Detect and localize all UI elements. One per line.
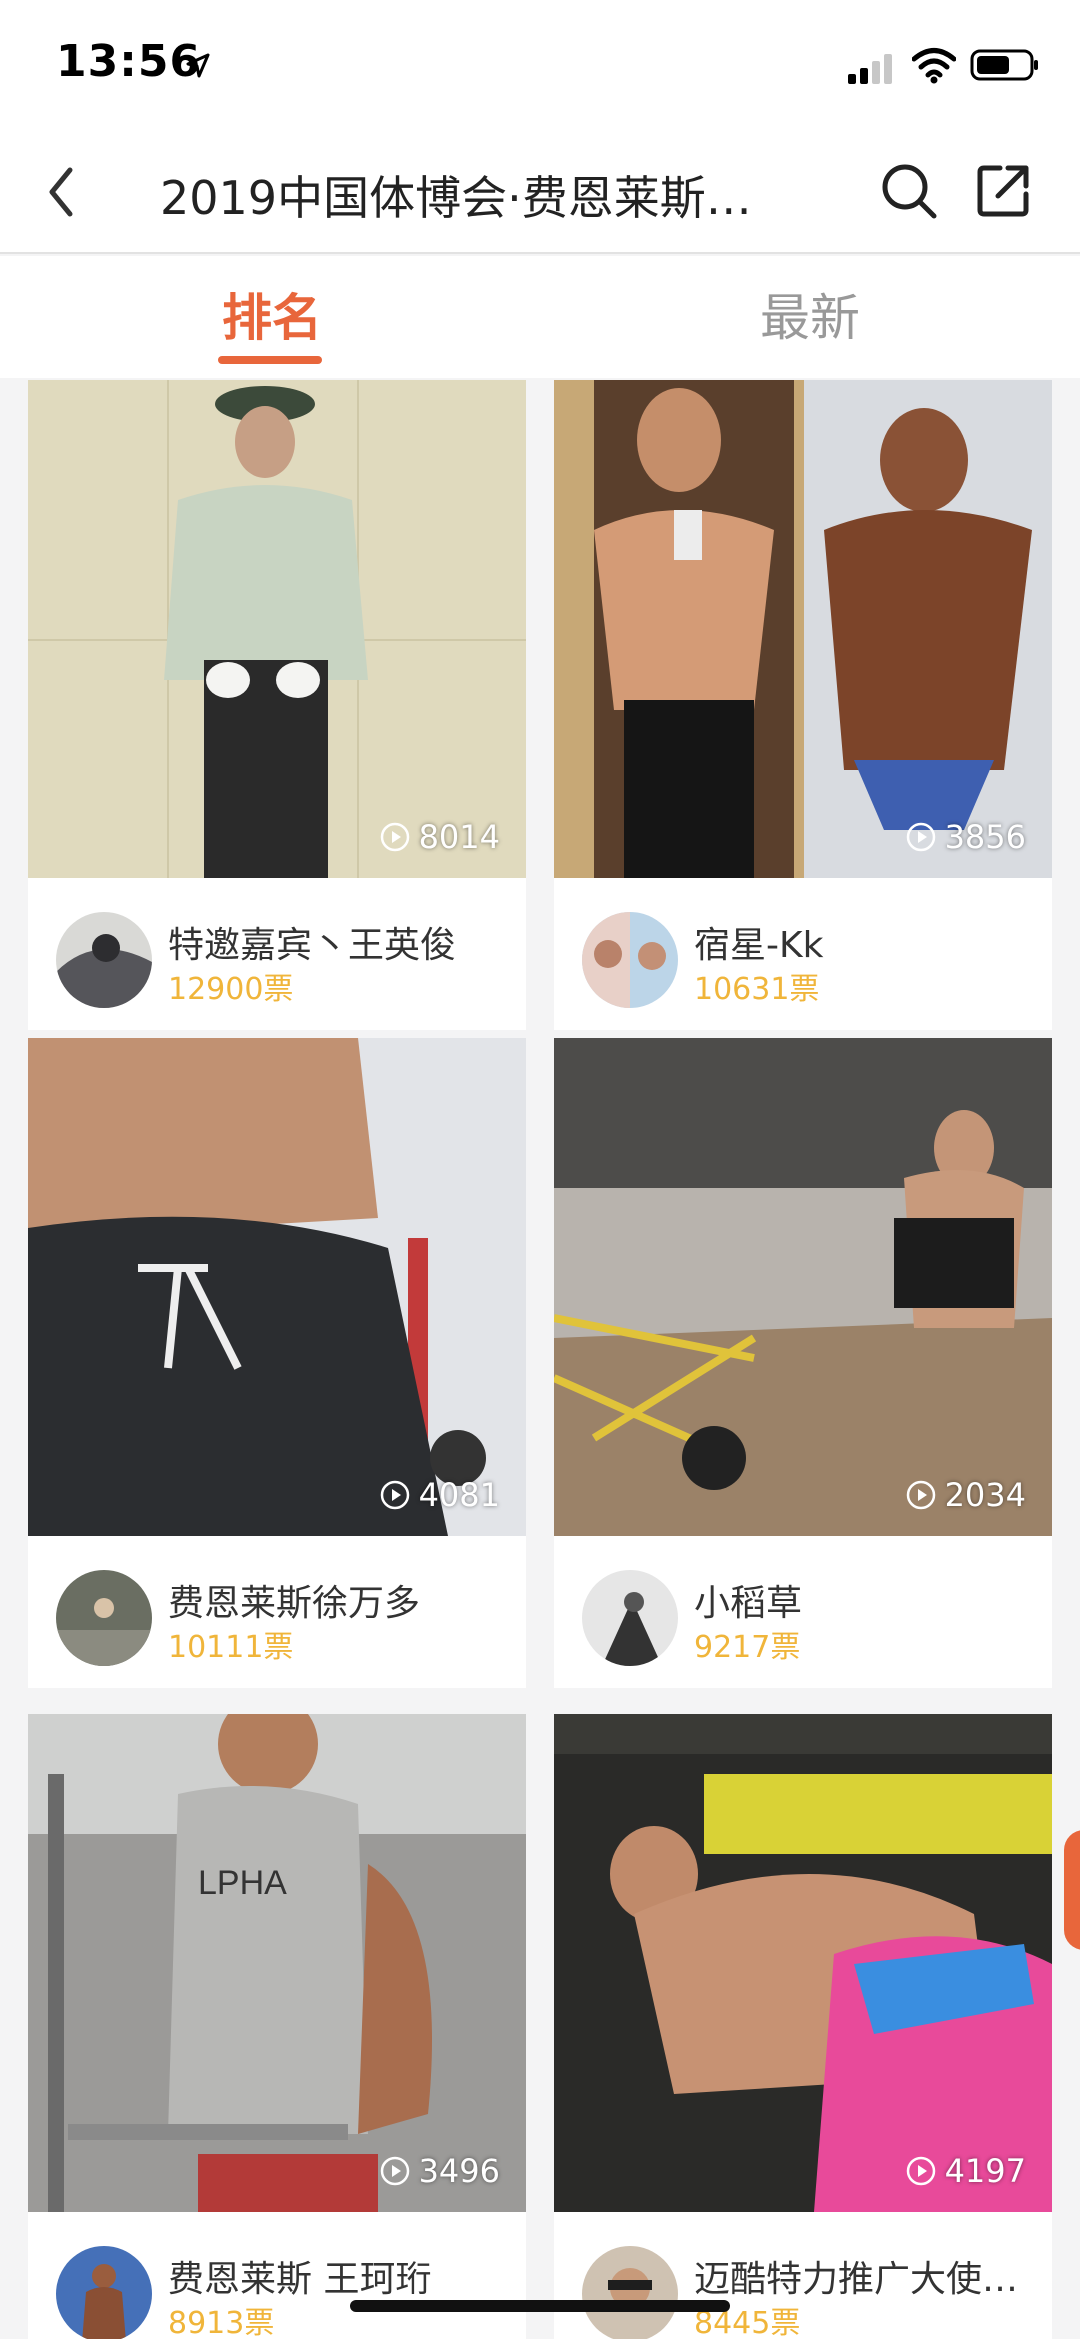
avatar[interactable] [582,912,678,1008]
vote-count: 10111票 [168,1630,294,1665]
back-icon[interactable] [40,162,84,222]
video-thumbnail[interactable]: 8014 [28,380,526,878]
user-name: 费恩莱斯徐万多 [168,1583,421,1624]
floating-button-edge[interactable] [1064,1830,1080,1950]
status-bar: 13:56 [0,0,1080,132]
tab-latest[interactable]: 最新 [760,278,860,350]
avatar[interactable] [56,912,152,1008]
play-icon [380,1480,409,1510]
status-time: 13:56 [56,36,202,87]
signal-icon [848,54,892,84]
play-count: 4197 [905,2152,1026,2190]
location-arrow-icon [186,53,210,78]
play-count: 3496 [379,2152,500,2190]
avatar[interactable] [56,2246,152,2339]
user-name: 宿星-Kk [694,925,824,966]
vote-count: 10631票 [694,972,820,1007]
play-count-value: 2034 [944,1476,1026,1514]
user-name: 特邀嘉宾丶王英俊 [168,925,457,966]
play-count-value: 8014 [418,818,500,856]
vote-count: 12900票 [168,972,294,1007]
nav-bar: 2019中国体博会·费恩莱斯… [0,132,1080,254]
wifi-icon [912,48,956,84]
user-name: 小稻草 [694,1583,803,1624]
card-info: 小稻草 9217票 [554,1536,1052,1688]
play-icon [906,1480,935,1510]
card-info: 费恩莱斯 王珂珩 8913票 [28,2212,526,2339]
play-count: 8014 [379,818,500,856]
video-thumbnail[interactable]: 3856 [554,380,1052,878]
user-name: 迈酷特力推广大使… [694,2259,1019,2300]
video-card[interactable]: LPHA 3496 费恩莱斯 王珂珩 8913票 [28,1714,526,2339]
video-card[interactable]: 4197 迈酷特力推广大使… 8445票 [554,1714,1052,2339]
share-icon[interactable] [976,162,1032,218]
card-info: 费恩莱斯徐万多 10111票 [28,1536,526,1688]
play-icon [380,822,409,852]
play-count-value: 4197 [944,2152,1026,2190]
tab-active-indicator [218,356,322,364]
card-info: 迈酷特力推广大使… 8445票 [554,2212,1052,2339]
play-count: 2034 [905,1476,1026,1514]
user-name: 费恩莱斯 王珂珩 [168,2259,432,2300]
video-thumbnail[interactable]: 4197 [554,1714,1052,2212]
svg-text:LPHA: LPHA [198,1864,287,1902]
play-count-value: 3496 [418,2152,500,2190]
avatar[interactable] [582,2246,678,2339]
video-card[interactable]: 2034 小稻草 9217票 [554,1038,1052,1688]
play-count-value: 4081 [418,1476,500,1514]
play-icon [906,822,935,852]
video-card[interactable]: 8014 特邀嘉宾丶王英俊 12900票 [28,380,526,1030]
home-indicator[interactable] [350,2300,730,2312]
avatar[interactable] [56,1570,152,1666]
vote-count: 9217票 [694,1630,801,1665]
card-info: 宿星-Kk 10631票 [554,878,1052,1030]
page-title: 2019中国体博会·费恩莱斯… [160,171,752,225]
play-icon [380,2156,409,2186]
avatar[interactable] [582,1570,678,1666]
play-icon [906,2156,935,2186]
card-info: 特邀嘉宾丶王英俊 12900票 [28,878,526,1030]
play-count-value: 3856 [944,818,1026,856]
video-card[interactable]: 4081 费恩莱斯徐万多 10111票 [28,1038,526,1688]
video-thumbnail[interactable]: LPHA 3496 [28,1714,526,2212]
video-thumbnail[interactable]: 4081 [28,1038,526,1536]
play-count: 3856 [905,818,1026,856]
tab-ranking[interactable]: 排名 [222,278,322,350]
video-card[interactable]: 3856 宿星-Kk 10631票 [554,380,1052,1030]
tab-bar: 排名 最新 [0,256,1080,378]
battery-icon [970,49,1038,81]
search-icon[interactable] [880,162,938,220]
play-count: 4081 [379,1476,500,1514]
vote-count: 8913票 [168,2306,275,2339]
video-thumbnail[interactable]: 2034 [554,1038,1052,1536]
